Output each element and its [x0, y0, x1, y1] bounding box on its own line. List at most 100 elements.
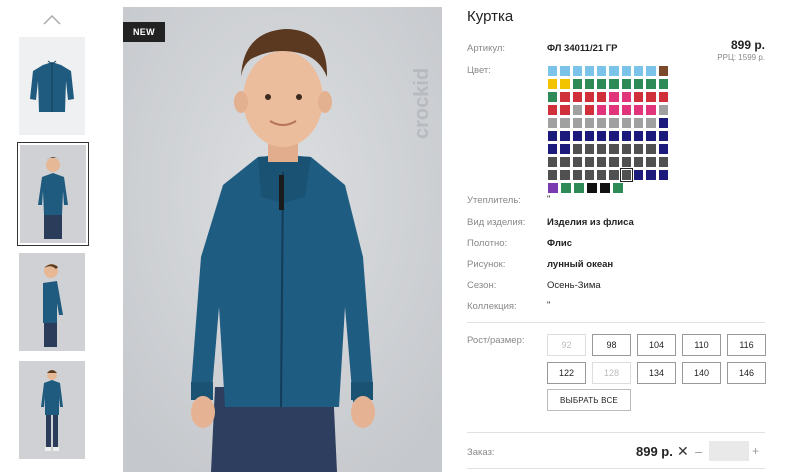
color-swatch[interactable]: [572, 118, 582, 128]
color-swatch[interactable]: [609, 105, 619, 115]
color-swatch[interactable]: [658, 66, 668, 76]
color-swatch[interactable]: [613, 183, 623, 193]
color-swatch[interactable]: [621, 144, 632, 154]
color-swatch[interactable]: [609, 66, 619, 76]
color-swatch[interactable]: [609, 118, 619, 128]
color-swatch[interactable]: [597, 79, 607, 89]
size-option[interactable]: 98: [592, 334, 631, 356]
color-swatch[interactable]: [560, 170, 570, 180]
color-swatch[interactable]: [646, 66, 656, 76]
color-swatch[interactable]: [560, 66, 570, 76]
color-swatch[interactable]: [646, 144, 656, 154]
color-swatch[interactable]: [572, 92, 582, 102]
size-option[interactable]: 122: [547, 362, 586, 384]
color-swatch[interactable]: [621, 66, 632, 76]
color-swatch[interactable]: [646, 92, 656, 102]
color-swatch[interactable]: [658, 144, 668, 154]
color-swatch[interactable]: [548, 66, 558, 76]
main-product-photo[interactable]: NEW crockid: [123, 7, 442, 472]
color-swatch[interactable]: [548, 105, 558, 115]
color-swatch[interactable]: [548, 183, 558, 193]
color-swatch[interactable]: [609, 157, 619, 167]
color-swatch[interactable]: [584, 79, 595, 89]
color-swatch[interactable]: [634, 66, 644, 76]
color-swatch[interactable]: [561, 183, 571, 193]
color-swatch[interactable]: [548, 157, 558, 167]
color-swatch[interactable]: [658, 92, 668, 102]
color-swatch[interactable]: [584, 170, 595, 180]
color-swatch[interactable]: [658, 105, 668, 115]
color-swatch[interactable]: [646, 131, 656, 141]
color-swatch[interactable]: [658, 79, 668, 89]
color-swatch[interactable]: [548, 144, 558, 154]
color-swatch[interactable]: [634, 157, 644, 167]
color-swatch[interactable]: [560, 118, 570, 128]
color-swatch[interactable]: [574, 183, 584, 193]
remove-order-icon[interactable]: ✕: [677, 443, 689, 460]
color-swatch[interactable]: [572, 157, 582, 167]
color-swatch[interactable]: [597, 131, 607, 141]
color-swatch[interactable]: [609, 131, 619, 141]
color-swatch[interactable]: [597, 92, 607, 102]
size-option[interactable]: 104: [637, 334, 676, 356]
color-swatch[interactable]: [560, 157, 570, 167]
color-swatch[interactable]: [634, 144, 644, 154]
color-swatch[interactable]: [572, 144, 582, 154]
color-swatch[interactable]: [609, 79, 619, 89]
color-swatch[interactable]: [658, 170, 668, 180]
color-swatch[interactable]: [609, 170, 619, 180]
color-swatch[interactable]: [621, 118, 632, 128]
color-swatch[interactable]: [572, 105, 582, 115]
color-swatch[interactable]: [584, 66, 595, 76]
quantity-increase-button[interactable]: +: [752, 444, 759, 458]
size-option[interactable]: 140: [682, 362, 721, 384]
color-swatch[interactable]: [548, 118, 558, 128]
color-swatch[interactable]: [634, 92, 644, 102]
color-swatch[interactable]: [584, 144, 595, 154]
color-swatch[interactable]: [587, 183, 597, 193]
color-swatch[interactable]: [597, 170, 607, 180]
color-swatch[interactable]: [548, 131, 558, 141]
size-option[interactable]: 116: [727, 334, 766, 356]
color-swatch[interactable]: [597, 157, 607, 167]
quantity-decrease-button[interactable]: –: [695, 444, 702, 459]
thumb-flat-jacket[interactable]: [19, 37, 85, 135]
color-swatch[interactable]: [560, 105, 570, 115]
color-swatch[interactable]: [572, 66, 582, 76]
color-swatch[interactable]: [584, 131, 595, 141]
color-swatch[interactable]: [560, 144, 570, 154]
chevron-up-icon[interactable]: [42, 12, 62, 26]
color-swatch[interactable]: [597, 118, 607, 128]
color-swatch[interactable]: [597, 105, 607, 115]
color-swatch[interactable]: [572, 131, 582, 141]
color-swatch[interactable]: [646, 118, 656, 128]
color-swatch[interactable]: [634, 118, 644, 128]
color-swatch[interactable]: [584, 157, 595, 167]
color-swatch[interactable]: [646, 105, 656, 115]
color-swatch[interactable]: [572, 170, 582, 180]
color-swatch[interactable]: [597, 66, 607, 76]
size-option[interactable]: 110: [682, 334, 721, 356]
thumb-boy-full[interactable]: [19, 361, 85, 459]
size-option[interactable]: 146: [727, 362, 766, 384]
thumb-boy-side[interactable]: [19, 253, 85, 351]
color-swatch[interactable]: [584, 92, 595, 102]
color-swatch[interactable]: [658, 118, 668, 128]
color-swatch[interactable]: [619, 168, 634, 182]
size-option[interactable]: 134: [637, 362, 676, 384]
color-swatch[interactable]: [621, 79, 632, 89]
color-swatch[interactable]: [658, 131, 668, 141]
color-swatch[interactable]: [584, 105, 595, 115]
color-swatch[interactable]: [584, 118, 595, 128]
color-swatch[interactable]: [560, 79, 570, 89]
color-swatch[interactable]: [646, 170, 656, 180]
color-swatch[interactable]: [621, 157, 632, 167]
color-swatch[interactable]: [634, 79, 644, 89]
color-swatch[interactable]: [646, 157, 656, 167]
color-swatch[interactable]: [609, 92, 619, 102]
color-swatch[interactable]: [634, 170, 644, 180]
color-swatch[interactable]: [560, 131, 570, 141]
color-swatch[interactable]: [609, 144, 619, 154]
color-swatch[interactable]: [646, 79, 656, 89]
color-swatch[interactable]: [548, 170, 558, 180]
